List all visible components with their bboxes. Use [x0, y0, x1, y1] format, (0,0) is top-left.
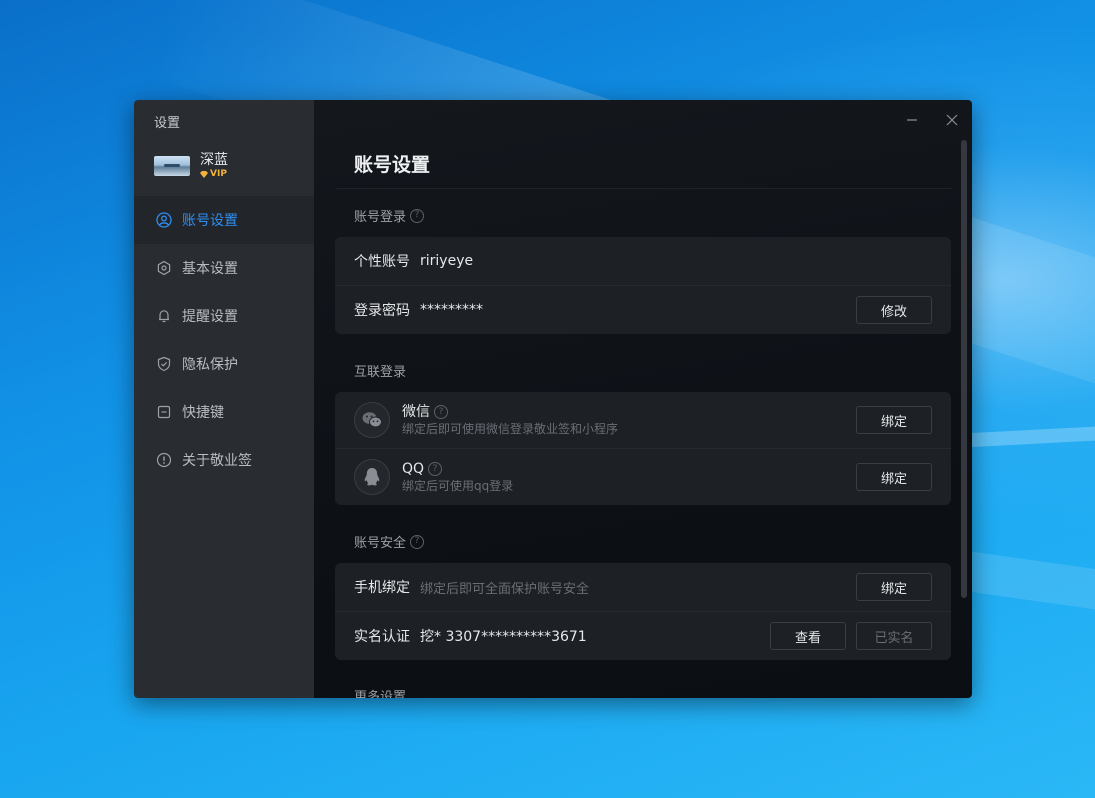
phone-label: 手机绑定 — [354, 580, 410, 596]
vip-label: VIP — [210, 169, 227, 179]
realname-row: 实名认证 挖* 3307**********3671 查看 已实名 — [335, 612, 951, 660]
section-linked-login: 互联登录 — [354, 361, 406, 380]
wechat-name: 微信 — [402, 403, 430, 420]
help-icon[interactable]: ? — [428, 462, 443, 476]
minimize-icon — [907, 119, 917, 121]
sidebar-item-label: 关于敬业签 — [182, 453, 252, 469]
verified-button: 已实名 — [856, 622, 932, 650]
qq-description: 绑定后可使用qq登录 — [402, 478, 514, 493]
user-circle-icon — [156, 212, 172, 228]
section-label: 账号安全 — [354, 536, 407, 551]
qq-row: QQ ? 绑定后可使用qq登录 绑定 — [335, 449, 951, 505]
help-icon[interactable]: ? — [410, 534, 425, 549]
bind-qq-button[interactable]: 绑定 — [856, 463, 932, 491]
password-row: 登录密码 ********* 修改 — [335, 286, 951, 334]
section-account-login: 账号登录 ? — [354, 206, 425, 225]
section-account-security: 账号安全 ? — [354, 532, 425, 551]
wechat-description: 绑定后即可使用微信登录敬业签和小程序 — [402, 421, 619, 436]
username-row: 个性账号 ririyeye — [335, 237, 951, 286]
close-button[interactable] — [944, 112, 960, 128]
scrollbar[interactable] — [961, 140, 967, 598]
sidebar-item-reminder[interactable]: 提醒设置 — [134, 292, 314, 340]
password-label: 登录密码 — [354, 303, 410, 319]
help-icon[interactable]: ? — [434, 405, 448, 419]
modify-password-button[interactable]: 修改 — [856, 296, 932, 324]
account-security-card: 手机绑定 绑定后即可全面保护账号安全 绑定 实名认证 挖* 3307******… — [335, 563, 951, 660]
divider — [336, 188, 952, 189]
sidebar-item-basic[interactable]: 基本设置 — [134, 244, 314, 292]
bind-wechat-button[interactable]: 绑定 — [856, 406, 932, 434]
shield-icon — [156, 356, 172, 372]
username-label: 个性账号 — [354, 254, 410, 270]
help-icon[interactable]: ? — [410, 208, 425, 223]
linked-login-card: 微信 ? 绑定后即可使用微信登录敬业签和小程序 绑定 QQ ? 绑定后可使用qq… — [335, 392, 951, 505]
wechat-icon — [354, 402, 390, 438]
sidebar-item-label: 账号设置 — [182, 213, 238, 229]
section-more-settings: 更多设置 — [354, 686, 406, 698]
qq-name: QQ — [402, 460, 425, 477]
sidebar-item-label: 提醒设置 — [182, 309, 238, 325]
avatar[interactable] — [154, 156, 190, 176]
close-icon — [946, 114, 958, 126]
bell-icon — [156, 308, 172, 324]
wechat-row: 微信 ? 绑定后即可使用微信登录敬业签和小程序 绑定 — [335, 392, 951, 449]
user-profile[interactable]: 深蓝 VIP — [154, 152, 228, 180]
gear-icon — [156, 260, 172, 276]
username: 深蓝 — [200, 152, 228, 168]
vip-badge: VIP — [200, 168, 228, 180]
section-label: 互联登录 — [354, 365, 407, 380]
bind-phone-button[interactable]: 绑定 — [856, 573, 932, 601]
sidebar-item-label: 基本设置 — [182, 261, 238, 277]
settings-window: 设置 深蓝 VIP 账号设置 基本设置 提醒设置 隐私保护 快捷键 关于敬业签 … — [134, 100, 972, 698]
window-title: 设置 — [154, 116, 181, 131]
phone-hint: 绑定后即可全面保护账号安全 — [420, 581, 590, 597]
password-value: ********* — [420, 302, 483, 318]
sidebar-item-label: 隐私保护 — [182, 357, 238, 373]
sidebar-item-shortcuts[interactable]: 快捷键 — [134, 388, 314, 436]
sidebar: 设置 深蓝 VIP 账号设置 基本设置 提醒设置 隐私保护 快捷键 关于敬业签 — [134, 100, 314, 698]
sidebar-item-about[interactable]: 关于敬业签 — [134, 436, 314, 484]
account-login-card: 个性账号 ririyeye 登录密码 ********* 修改 — [335, 237, 951, 334]
phone-row: 手机绑定 绑定后即可全面保护账号安全 绑定 — [335, 563, 951, 612]
username-value: ririyeye — [420, 253, 474, 269]
page-title: 账号设置 — [354, 154, 431, 176]
sidebar-item-label: 快捷键 — [182, 405, 224, 421]
qq-icon — [354, 459, 390, 495]
keyboard-icon — [156, 404, 172, 420]
minimize-button[interactable] — [904, 112, 920, 128]
main-panel: 账号设置 账号登录 ? 个性账号 ririyeye 登录密码 *********… — [314, 100, 972, 698]
realname-label: 实名认证 — [354, 629, 410, 645]
info-icon — [156, 452, 172, 468]
section-label: 账号登录 — [354, 210, 407, 225]
sidebar-item-privacy[interactable]: 隐私保护 — [134, 340, 314, 388]
realname-value: 挖* 3307**********3671 — [420, 629, 587, 645]
sidebar-item-account[interactable]: 账号设置 — [134, 196, 314, 244]
sidebar-nav: 账号设置 基本设置 提醒设置 隐私保护 快捷键 关于敬业签 — [134, 196, 314, 484]
view-realname-button[interactable]: 查看 — [770, 622, 846, 650]
section-label: 更多设置 — [354, 690, 407, 698]
diamond-icon — [200, 170, 208, 178]
